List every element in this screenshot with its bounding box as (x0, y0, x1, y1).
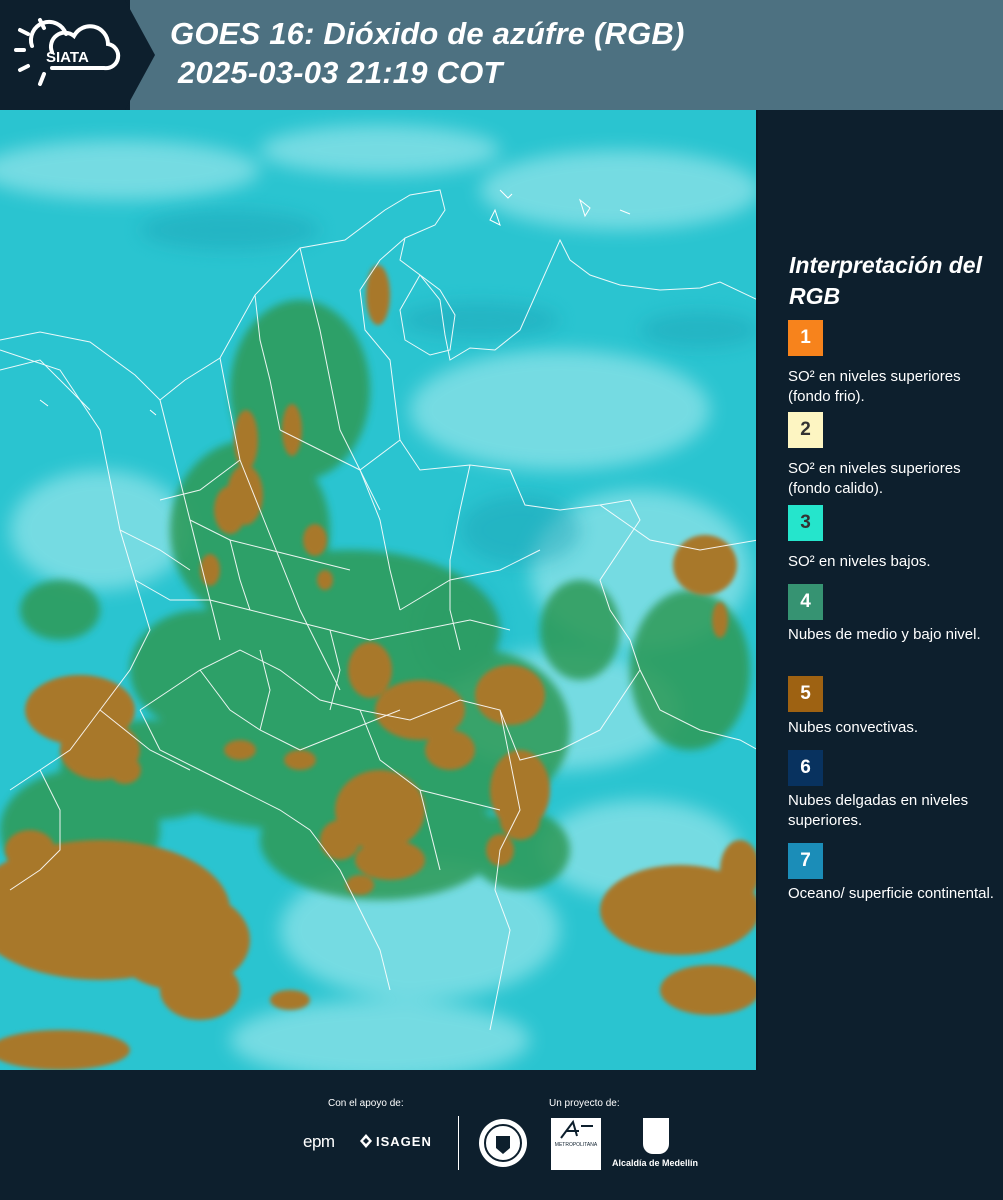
legend-title: Interpretación del RGB (789, 252, 982, 309)
legend-label-5: Nubes convectivas. (788, 719, 919, 736)
header-bar: SIATA GOES 16: Dióxido de azúfre (RGB) 2… (0, 0, 1003, 110)
legend-swatch-5: 5 (788, 676, 823, 712)
legend-label-7: Oceano/ superficie continental. (788, 885, 994, 902)
legend-swatch-1: 1 (788, 320, 823, 356)
area-logo-text: METROPOLITANA (554, 1142, 598, 1148)
footer-divider (458, 1116, 459, 1170)
timestamp: 2025-03-03 21:19 COT (178, 55, 503, 90)
sun-cloud-icon: SIATA (14, 18, 121, 86)
legend-swatch-4: 4 (788, 584, 823, 620)
legend-panel: Interpretación del RGB 1 SO² en niveles s… (760, 110, 1003, 1070)
project-label: Un proyecto de: (549, 1098, 620, 1109)
epm-logo: epm (303, 1132, 335, 1151)
legend-swatch-7: 7 (788, 843, 823, 879)
legend-label-3: SO² en niveles bajos. (788, 553, 931, 570)
alcaldia-logo-text: Alcaldía de Medellín (612, 1158, 699, 1168)
satellite-map (0, 110, 758, 1070)
svg-text:SIATA: SIATA (46, 49, 89, 66)
legend-swatch-2: 2 (788, 412, 823, 448)
siata-logo: SIATA (0, 0, 130, 110)
legend-label-2: SO² en niveles superiores (fondo calido)… (788, 460, 961, 497)
page-title: GOES 16: Dióxido de azúfre (RGB) (170, 16, 685, 51)
legend-label-4: Nubes de medio y bajo nivel. (788, 626, 981, 643)
goes16-so2-rgb-image (0, 110, 758, 1070)
legend-label-1: SO² en niveles superiores (fondo frio). (788, 368, 961, 405)
legend-swatch-6: 6 (788, 750, 823, 786)
isagen-logo: ISAGEN (376, 1134, 432, 1149)
support-label: Con el apoyo de: (328, 1098, 404, 1109)
legend-swatch-3: 3 (788, 505, 823, 541)
area-logo-icon (560, 1119, 593, 1139)
isagen-logo-icon (360, 1134, 372, 1148)
area-metropolitana-logo: METROPOLITANA (551, 1118, 601, 1170)
footer: Con el apoyo de: Un proyecto de: epm ISA… (0, 1070, 1003, 1200)
legend-label-6: Nubes delgadas en niveles superiores. (788, 792, 969, 829)
alcaldia-shield-icon (643, 1118, 669, 1154)
logo-arrow-decoration (125, 0, 155, 110)
medellin-seal-icon (479, 1119, 527, 1167)
